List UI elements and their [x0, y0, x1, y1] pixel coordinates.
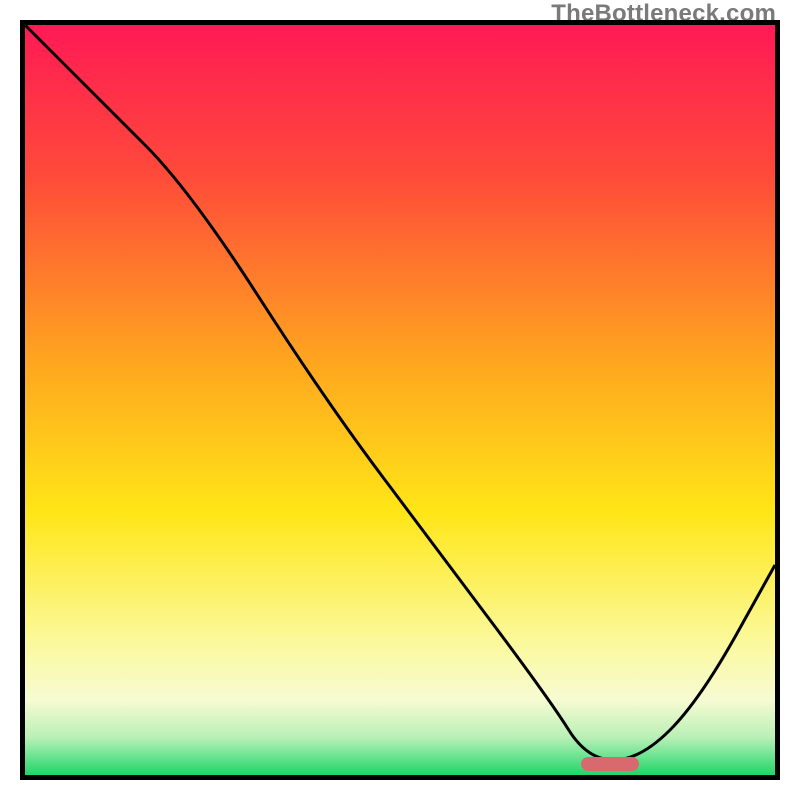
optimal-marker [581, 757, 639, 771]
chart-frame [20, 20, 780, 780]
bottleneck-curve [25, 25, 775, 775]
curve-path [25, 25, 775, 760]
